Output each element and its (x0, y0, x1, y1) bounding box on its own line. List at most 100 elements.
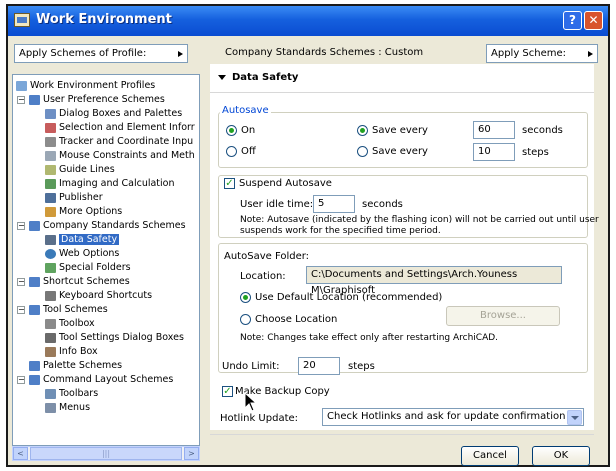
toolbox-icon (45, 319, 56, 329)
folder-icon (29, 221, 40, 231)
tree-item-web-options[interactable]: Web Options (45, 248, 119, 260)
close-button[interactable]: ✕ (584, 11, 603, 30)
suspend-autosave-label: Suspend Autosave (239, 178, 332, 189)
tree-item-special-folders[interactable]: Special Folders (45, 262, 131, 274)
expand-icon[interactable]: − (17, 278, 25, 286)
tree-item-publisher[interactable]: Publisher (45, 192, 103, 204)
default-location-radio[interactable] (240, 292, 251, 303)
tree-root[interactable]: Work Environment Profiles (16, 80, 155, 92)
idle-time-label: User idle time: (240, 199, 314, 210)
expand-icon[interactable]: − (17, 222, 25, 230)
tree-item-mouse-constraints[interactable]: Mouse Constraints and Meth (45, 150, 195, 162)
help-button[interactable]: ? (563, 11, 582, 30)
tree-item-toolbars[interactable]: Toolbars (45, 388, 98, 400)
tracker-icon (45, 137, 56, 147)
tree-item-tracker[interactable]: Tracker and Coordinate Inpu (45, 136, 193, 148)
folder-icon (29, 305, 40, 315)
tree-horizontal-scrollbar[interactable]: < ||| > (12, 446, 200, 461)
tree-item-palette-schemes[interactable]: Palette Schemes (29, 360, 122, 372)
divider (210, 92, 594, 93)
data-safety-icon (45, 235, 56, 245)
tree-item-company-standards-schemes[interactable]: Company Standards Schemes (29, 220, 186, 232)
scheme-status-text: Company Standards Schemes : Custom (225, 47, 424, 58)
tree-item-imaging[interactable]: Imaging and Calculation (45, 178, 175, 190)
save-every-seconds-radio[interactable] (357, 125, 368, 136)
folder-note: Note: Changes take effect only after res… (240, 333, 499, 343)
suspend-autosave-checkbox[interactable]: ✓ (224, 178, 235, 189)
browse-button[interactable]: Browse... (446, 306, 560, 326)
tree-item-shortcut-schemes[interactable]: Shortcut Schemes (29, 276, 130, 288)
info-box-icon (45, 347, 56, 357)
autosave-group (218, 112, 588, 168)
selection-icon (45, 123, 56, 133)
section-header[interactable]: Data Safety (218, 72, 298, 83)
save-every-seconds-label: Save every (372, 125, 428, 136)
autosave-on-label: On (241, 125, 256, 136)
save-steps-input[interactable]: 10 (473, 143, 515, 161)
scroll-left-icon[interactable]: < (13, 447, 28, 460)
tree-item-selection[interactable]: Selection and Element Inforr (45, 122, 195, 134)
undo-limit-input[interactable]: 20 (298, 357, 340, 375)
expand-icon[interactable]: − (17, 96, 25, 104)
window-title: Work Environment (36, 12, 172, 27)
autosave-on-radio[interactable] (226, 125, 237, 136)
tree-item-menus[interactable]: Menus (45, 402, 90, 414)
autosave-off-label: Off (241, 146, 256, 157)
apply-profile-dropdown[interactable]: Apply Schemes of Profile: (14, 44, 188, 63)
folder-icon (29, 277, 40, 287)
undo-limit-label: Undo Limit: (222, 361, 280, 372)
autosave-off-radio[interactable] (226, 146, 237, 157)
choose-location-label: Choose Location (255, 314, 338, 325)
expand-icon[interactable]: − (17, 306, 25, 314)
tree-item-command-layout-schemes[interactable]: Command Layout Schemes (29, 374, 173, 386)
hotlink-update-label: Hotlink Update: (220, 413, 299, 424)
globe-icon (45, 249, 56, 259)
make-backup-checkbox[interactable]: ✓ (222, 386, 233, 397)
default-location-label: Use Default Location (recommended) (255, 292, 443, 303)
apply-profile-label: Apply Schemes of Profile: (19, 48, 147, 59)
collapse-triangle-icon[interactable] (218, 74, 226, 80)
chevron-right-icon (178, 51, 183, 57)
tree-item-dialog-boxes[interactable]: Dialog Boxes and Palettes (45, 108, 182, 120)
tool-settings-icon (45, 333, 56, 343)
tree-item-tool-settings[interactable]: Tool Settings Dialog Boxes (45, 332, 184, 344)
undo-limit-unit: steps (348, 361, 375, 372)
folder-icon (29, 361, 40, 371)
tree-item-tool-schemes[interactable]: Tool Schemes (29, 304, 108, 316)
save-seconds-input[interactable]: 60 (473, 121, 515, 139)
profile-tree[interactable]: Work Environment Profiles − User Prefere… (12, 74, 200, 446)
tree-item-keyboard-shortcuts[interactable]: Keyboard Shortcuts (45, 290, 152, 302)
imaging-icon (45, 179, 56, 189)
hotlink-update-value: Check Hotlinks and ask for update confir… (327, 411, 566, 422)
tree-item-info-box[interactable]: Info Box (45, 346, 98, 358)
suspend-note-line2: suspends work for the specified time per… (240, 226, 441, 236)
publisher-icon (45, 193, 56, 203)
autosave-group-title: Autosave (220, 105, 271, 116)
tree-item-toolbox[interactable]: Toolbox (45, 318, 95, 330)
tree-item-more-options[interactable]: More Options (45, 206, 122, 218)
keyboard-icon (45, 291, 56, 301)
save-every-steps-radio[interactable] (357, 146, 368, 157)
hotlink-update-dropdown[interactable]: Check Hotlinks and ask for update confir… (322, 408, 584, 426)
expand-icon[interactable]: − (17, 376, 25, 384)
profiles-icon (16, 81, 27, 91)
folder-icon (29, 95, 40, 105)
location-field[interactable]: C:\Documents and Settings\Arch.Youness M… (306, 266, 562, 296)
idle-time-input[interactable]: 5 (313, 195, 355, 213)
scroll-right-icon[interactable]: > (184, 447, 199, 460)
apply-scheme-dropdown[interactable]: Apply Scheme: (486, 44, 598, 63)
tree-item-data-safety[interactable]: Data Safety (45, 234, 120, 246)
tree-item-guide-lines[interactable]: Guide Lines (45, 164, 115, 176)
more-options-icon (45, 207, 56, 217)
chevron-down-icon[interactable] (567, 410, 582, 425)
tree-item-user-preference-schemes[interactable]: User Preference Schemes (29, 94, 165, 106)
ok-button[interactable]: OK (532, 446, 590, 466)
mouse-cursor-icon (244, 392, 258, 412)
cancel-button[interactable]: Cancel (461, 446, 519, 466)
choose-location-radio[interactable] (240, 314, 251, 325)
location-label: Location: (240, 271, 286, 282)
dialog-icon (45, 109, 56, 119)
scroll-thumb[interactable]: ||| (30, 447, 182, 460)
autosave-folder-title: AutoSave Folder: (224, 251, 310, 262)
toolbars-icon (45, 389, 56, 399)
